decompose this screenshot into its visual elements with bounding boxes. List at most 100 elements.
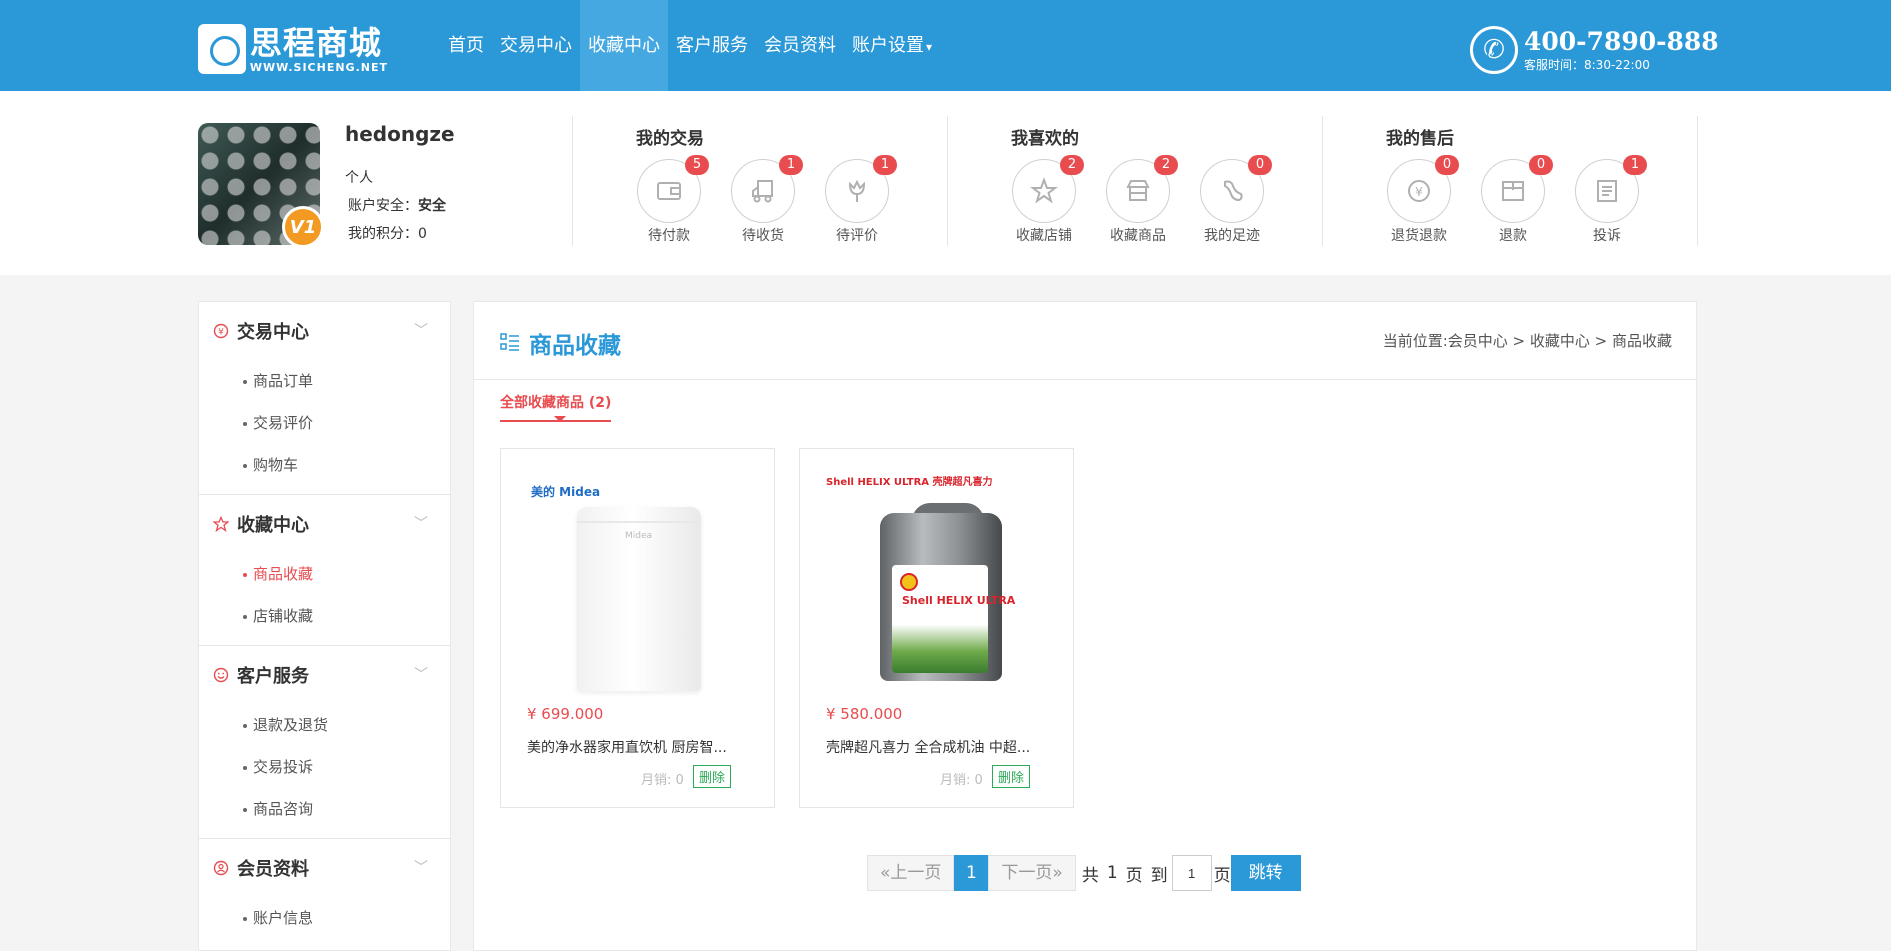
hotline-number: 400-7890-888 [1524, 26, 1719, 56]
next-page-button[interactable]: 下一页» [988, 855, 1076, 891]
chevron-down-icon: ▾ [926, 40, 933, 54]
hotline: ✆ 400-7890-888 客服时间：8:30-22:00 [1470, 24, 1719, 76]
status-refund[interactable]: 退款 0 [1471, 155, 1555, 245]
yen-icon: ¥ [213, 323, 229, 339]
product-name[interactable]: 美的净水器家用直饮机 厨房智... [527, 737, 757, 757]
divider [1697, 116, 1698, 246]
sidebar-item-reviews[interactable]: 交易评价 [199, 402, 450, 444]
divider [572, 116, 573, 246]
goto-label: 到 [1150, 865, 1168, 886]
status-pending-payment[interactable]: 待付款 5 [627, 155, 711, 245]
sidebar-head-member-info[interactable]: 会员资料 ﹀ [199, 839, 450, 897]
status-label: 投诉 [1593, 228, 1621, 244]
product-price: ¥ 580.000 [826, 705, 903, 723]
service-time: 客服时间：8:30-22:00 [1524, 57, 1650, 72]
tab-indicator [554, 416, 566, 422]
logo-name: 思程商城 [249, 23, 382, 62]
star-icon [213, 516, 229, 532]
status-label: 待付款 [648, 228, 690, 244]
nav-favorites-center[interactable]: 收藏中心 [580, 0, 668, 91]
jug-label-text: Shell HELIX ULTRA [902, 594, 1016, 607]
chevron-down-icon: ﹀ [414, 860, 428, 876]
page-number-input[interactable] [1171, 855, 1212, 891]
status-complaint[interactable]: 投诉 1 [1565, 155, 1649, 245]
page-suffix: 页 [1213, 865, 1231, 886]
total-suffix: 页 [1125, 865, 1143, 886]
points: 我的积分：0 [348, 223, 427, 243]
nav-trade-center[interactable]: 交易中心 [492, 0, 580, 91]
user-type: 个人 [345, 170, 373, 186]
sidebar-item-trade-complaint[interactable]: 交易投诉 [199, 746, 450, 788]
list-icon [500, 332, 520, 352]
account-security-label: 账户安全： [348, 198, 418, 214]
count-badge: 5 [685, 155, 709, 175]
sidebar-item-product-inquiry[interactable]: 商品咨询 [199, 788, 450, 830]
status-return-refund[interactable]: ¥ 退货退款 0 [1377, 155, 1461, 245]
points-value: 0 [418, 226, 427, 242]
status-pending-receipt[interactable]: 待收货 1 [721, 155, 805, 245]
status-favorite-products[interactable]: 收藏商品 2 [1096, 155, 1180, 245]
product-card[interactable]: Shell HELIX ULTRA 壳牌超凡喜力 Shell HELIX ULT… [799, 448, 1074, 808]
sidebar-item-shop-favorites[interactable]: 店铺收藏 [199, 595, 450, 637]
pagination: «上一页 1 下一页» 共 1 页 到 页 跳转 [867, 855, 1301, 891]
sidebar-item-product-favorites[interactable]: 商品收藏 [199, 553, 450, 595]
status-label: 退款 [1499, 228, 1527, 244]
go-button[interactable]: 跳转 [1230, 855, 1301, 891]
current-page[interactable]: 1 [954, 855, 989, 891]
sidebar-group-trade-center: ¥ 交易中心 ﹀ 商品订单 交易评价 购物车 [199, 302, 450, 495]
count-badge: 1 [873, 155, 897, 175]
status-label: 待收货 [742, 228, 784, 244]
status-pending-review[interactable]: 待评价 1 [815, 155, 899, 245]
sidebar-item-cart[interactable]: 购物车 [199, 444, 450, 486]
sidebar-item-account-info[interactable]: 账户信息 [199, 897, 450, 939]
main-nav: 首页 交易中心 收藏中心 客户服务 会员资料 账户设置 ▾ [440, 0, 940, 91]
logo-bulb-icon [198, 24, 246, 74]
group-title-my-trades: 我的交易 [636, 129, 704, 149]
delete-button[interactable]: 删除 [992, 765, 1031, 788]
prev-page-button[interactable]: «上一页 [867, 855, 955, 891]
main-header: 商品收藏 当前位置:会员中心 > 收藏中心 > 商品收藏 [474, 302, 1696, 380]
sidebar-head-customer-service[interactable]: 客户服务 ﹀ [199, 646, 450, 704]
page-title: 商品收藏 [529, 333, 621, 359]
group-title-my-likes: 我喜欢的 [1011, 129, 1079, 149]
sidebar-title: 交易中心 [237, 322, 309, 343]
count-badge: 0 [1529, 155, 1553, 175]
phone-icon: ✆ [1470, 26, 1518, 74]
product-card[interactable]: 美的 Midea Midea ¥ 699.000 美的净水器家用直饮机 厨房智.… [500, 448, 775, 808]
monthly-sales: 月销: 0 [641, 773, 684, 788]
count-badge: 1 [779, 155, 803, 175]
svg-text:¥: ¥ [1415, 185, 1423, 199]
nav-account-settings[interactable]: 账户设置 ▾ [844, 0, 940, 91]
sidebar-group-favorites: 收藏中心 ﹀ 商品收藏 店铺收藏 [199, 495, 450, 646]
site-logo[interactable]: 思程商城 WWW.SICHENG.NET [198, 20, 388, 78]
account-security-value: 安全 [418, 198, 446, 214]
status-my-footprint[interactable]: 我的足迹 0 [1190, 155, 1274, 245]
delete-button[interactable]: 删除 [693, 765, 732, 788]
count-badge: 1 [1623, 155, 1647, 175]
group-title-after-sales: 我的售后 [1386, 129, 1454, 149]
breadcrumb: 当前位置:会员中心 > 收藏中心 > 商品收藏 [1382, 332, 1672, 350]
brand-logo: 美的 Midea [531, 485, 601, 499]
product-name[interactable]: 壳牌超凡喜力 全合成机油 中超... [826, 737, 1056, 757]
sidebar-group-member-info: 会员资料 ﹀ 账户信息 [199, 839, 450, 947]
product-image[interactable]: 美的 Midea Midea [521, 469, 755, 701]
sidebar-head-favorites[interactable]: 收藏中心 ﹀ [199, 495, 450, 553]
sidebar-item-refund-return[interactable]: 退款及退货 [199, 704, 450, 746]
nav-home[interactable]: 首页 [440, 0, 492, 91]
purifier-image: Midea [577, 507, 701, 691]
username: hedongze [345, 122, 455, 146]
chevron-down-icon: ﹀ [414, 667, 428, 683]
sidebar-head-trade-center[interactable]: ¥ 交易中心 ﹀ [199, 302, 450, 360]
product-image[interactable]: Shell HELIX ULTRA 壳牌超凡喜力 Shell HELIX ULT… [820, 469, 1054, 701]
nav-customer-service[interactable]: 客户服务 [668, 0, 756, 91]
chevron-down-icon: ﹀ [414, 516, 428, 532]
sidebar: ¥ 交易中心 ﹀ 商品订单 交易评价 购物车 收藏中心 ﹀ 商品收藏 店铺收藏 … [198, 301, 451, 951]
svg-text:¥: ¥ [218, 328, 224, 338]
sidebar-item-orders[interactable]: 商品订单 [199, 360, 450, 402]
product-price: ¥ 699.000 [527, 705, 604, 723]
top-header: 思程商城 WWW.SICHENG.NET 首页 交易中心 收藏中心 客户服务 会… [0, 0, 1891, 91]
nav-member-info[interactable]: 会员资料 [756, 0, 844, 91]
logo-url: WWW.SICHENG.NET [249, 60, 388, 74]
count-badge: 2 [1154, 155, 1178, 175]
status-favorite-shops[interactable]: 收藏店铺 2 [1002, 155, 1086, 245]
